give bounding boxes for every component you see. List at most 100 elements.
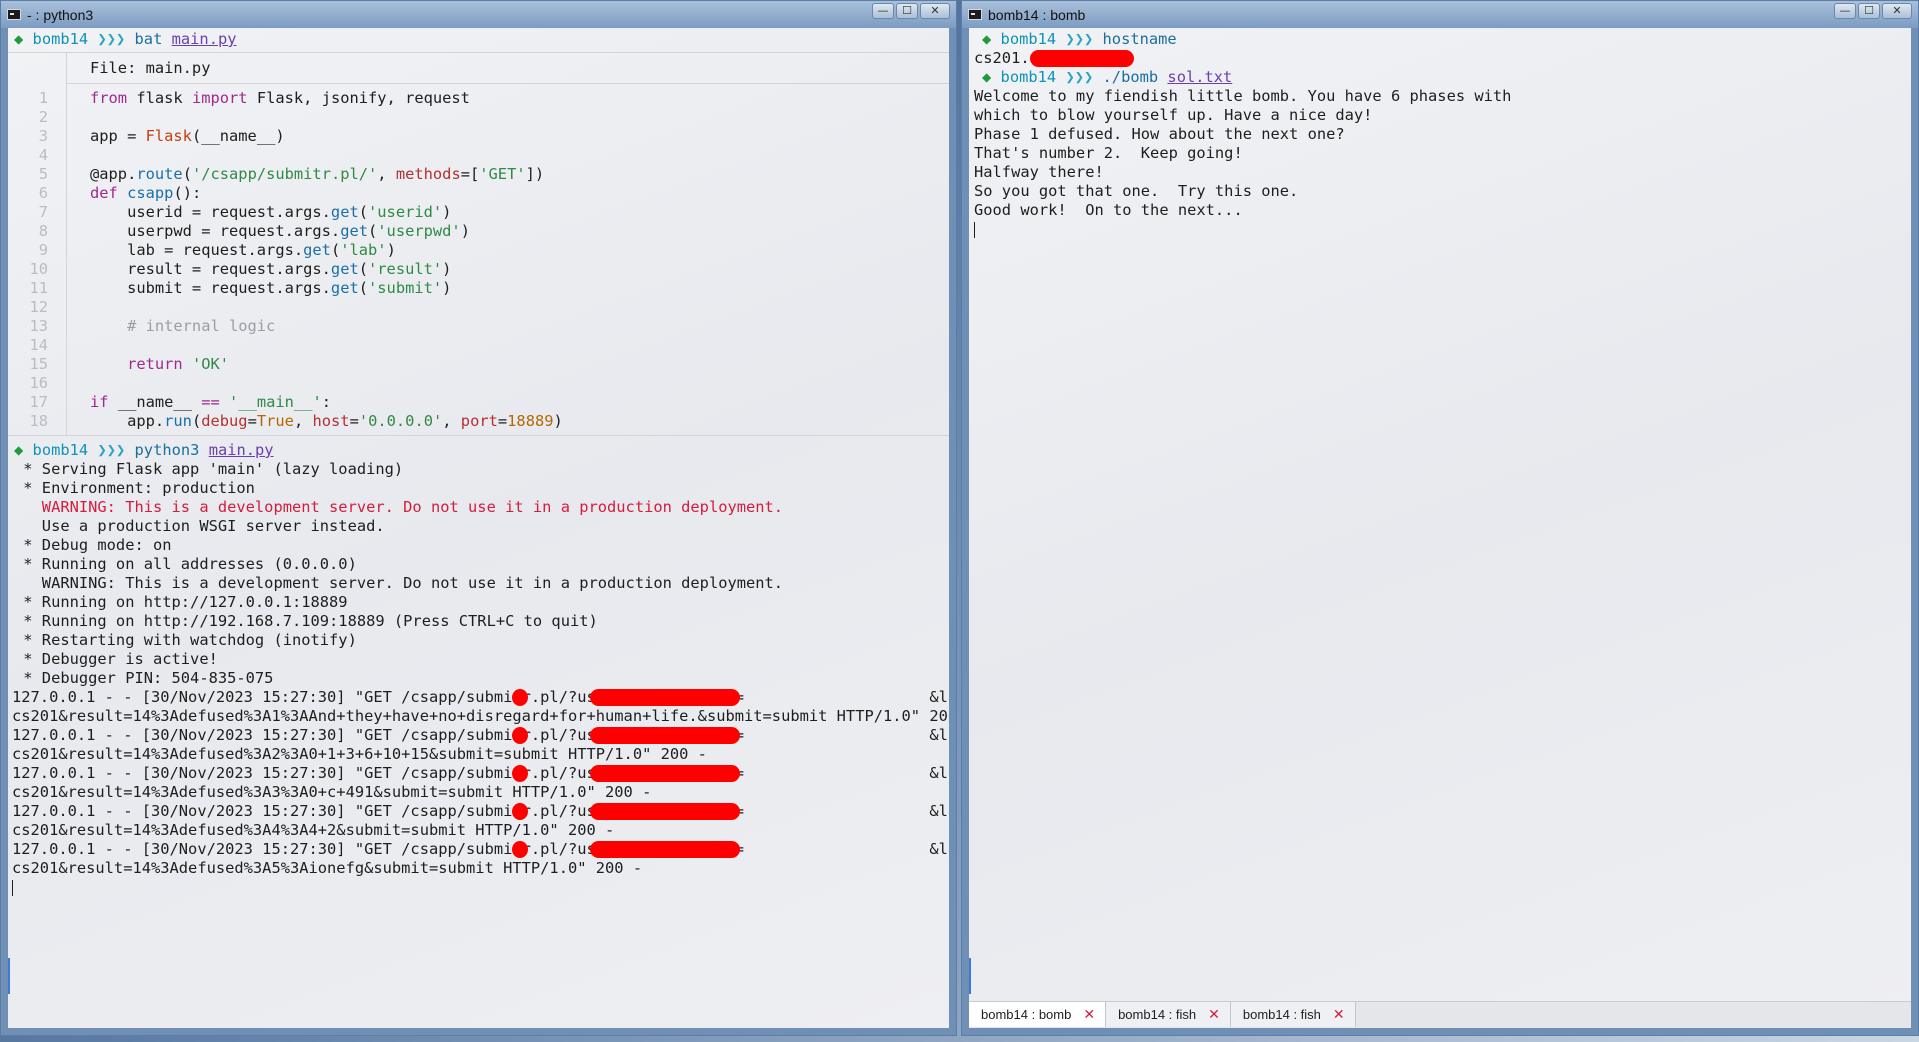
tab-label: bomb14 : bomb <box>981 1007 1072 1022</box>
command: ./bomb <box>1102 68 1159 86</box>
terminal-content[interactable]: ◆ bomb14 ❯❯❯ bat main.py File: main.py 1… <box>8 28 949 1028</box>
code-line: 1 from flask import Flask, jsonify, reque… <box>8 89 949 108</box>
line-number: 16 <box>29 374 48 392</box>
code-text: submit = request.args.get('submit') <box>90 279 452 297</box>
code-text: @app.route('/csapp/submitr.pl/', methods… <box>90 165 545 183</box>
log-line-continuation: cs201&result=14%3Adefused%3A3%3A0+c+491&… <box>12 783 652 801</box>
output-line: * Debugger PIN: 504-835-075 <box>14 669 274 687</box>
prompt-diamond-icon: ◆ <box>14 441 33 459</box>
line-number: 6 <box>38 184 48 202</box>
shell-prompt: ◆ bomb14 ❯❯❯ python3 main.py <box>8 441 949 460</box>
log-line: 127.0.0.1 - - [30/Nov/2023 15:27:30] "GE… <box>12 840 949 858</box>
bat-output: File: main.py <box>8 53 949 83</box>
code-text: lab = request.args.get('lab') <box>90 241 396 259</box>
title-bar[interactable]: bomb14 : bomb — ☐ ✕ <box>962 1 1918 28</box>
terminal-tab[interactable]: bomb14 : fish ✕ <box>1230 1002 1356 1027</box>
command: hostname <box>1102 30 1177 48</box>
window-title: - : python3 <box>27 6 94 23</box>
bomb-terminal-window[interactable]: bomb14 : bomb — ☐ ✕ ◆ bomb14 ❯❯❯ hostnam… <box>961 0 1919 1036</box>
terminal-tab[interactable]: bomb14 : fish ✕ <box>1106 1002 1231 1027</box>
code-line: 8 userpwd = request.args.get('userpwd') <box>8 222 949 241</box>
title-bar[interactable]: - : python3 — ☐ ✕ <box>1 1 956 28</box>
minimize-button[interactable]: — <box>1834 3 1856 19</box>
redaction-mark <box>590 727 740 744</box>
code-line: 10 result = request.args.get('result') <box>8 260 949 279</box>
prompt-host: bomb14 <box>1000 68 1057 86</box>
console-icon <box>7 9 21 20</box>
command: python3 <box>134 441 200 459</box>
scroll-marker <box>969 958 971 994</box>
log-line-continuation: cs201&result=14%3Adefused%3A4%3A4+2&subm… <box>12 821 615 839</box>
terminal-content[interactable]: ◆ bomb14 ❯❯❯ hostname cs201. ◆ bomb14 ❯❯… <box>969 28 1911 1028</box>
output-line: So you got that one. Try this one. <box>974 182 1299 200</box>
output-line: Good work! On to the next... <box>974 201 1243 219</box>
text-cursor <box>12 879 13 896</box>
code-text: userid = request.args.get('userid') <box>90 203 452 221</box>
scroll-marker <box>8 958 10 994</box>
redaction-mark <box>590 689 740 706</box>
line-number: 17 <box>29 393 48 411</box>
line-number: 4 <box>38 146 48 164</box>
tab-label: bomb14 : fish <box>1242 1007 1321 1022</box>
command-argument: sol.txt <box>1167 68 1233 86</box>
log-line: 127.0.0.1 - - [30/Nov/2023 15:27:30] "GE… <box>12 726 949 744</box>
minimize-button[interactable]: — <box>872 3 894 19</box>
tab-label: bomb14 : fish <box>1118 1007 1197 1022</box>
terminal-tab[interactable]: bomb14 : bomb ✕ <box>969 1002 1107 1027</box>
redaction-mark <box>512 841 528 858</box>
line-number: 11 <box>29 279 48 297</box>
code-text: def csapp(): <box>90 184 202 202</box>
code-line: 13 # internal logic <box>8 317 949 336</box>
code-text: return 'OK' <box>127 355 230 373</box>
text-cursor <box>974 221 975 238</box>
redaction-mark <box>590 765 740 782</box>
close-button[interactable]: ✕ <box>920 3 950 19</box>
command-argument: main.py <box>208 441 274 459</box>
line-number: 7 <box>38 203 48 221</box>
code-line: 18 app.run(debug=True, host='0.0.0.0', p… <box>8 412 949 431</box>
line-number: 15 <box>29 355 48 373</box>
log-line-continuation: cs201&result=14%3Adefused%3A1%3AAnd+they… <box>12 707 949 725</box>
output-line: * Running on http://127.0.0.1:18889 <box>14 593 348 611</box>
code-text: app = Flask(__name__) <box>90 127 285 145</box>
output-line: which to blow yourself up. Have a nice d… <box>974 106 1373 124</box>
code-listing: 1 from flask import Flask, jsonify, reque… <box>8 84 949 435</box>
code-text: if __name__ == '__main__': <box>90 393 331 411</box>
tab-close-icon[interactable]: ✕ <box>1333 1005 1345 1024</box>
line-number: 14 <box>29 336 48 354</box>
close-button[interactable]: ✕ <box>1882 3 1912 19</box>
code-line: 3 app = Flask(__name__) <box>8 127 949 146</box>
command: bat <box>134 30 163 48</box>
code-line: 14 <box>8 336 949 355</box>
redaction-mark <box>590 841 740 858</box>
output-line: That's number 2. Keep going! <box>974 144 1243 162</box>
command-argument: main.py <box>171 30 237 48</box>
redaction-mark <box>512 803 528 820</box>
line-number: 9 <box>38 241 48 259</box>
line-number: 3 <box>38 127 48 145</box>
prompt-arrows: ❯❯❯ <box>97 441 126 459</box>
code-text: # internal logic <box>90 317 276 335</box>
tab-close-icon[interactable]: ✕ <box>1208 1005 1220 1024</box>
line-number: 5 <box>38 165 48 183</box>
line-number: 1 <box>38 89 48 107</box>
log-line-continuation: cs201&result=14%3Adefused%3A2%3A0+1+3+6+… <box>12 745 707 763</box>
redaction-mark <box>512 765 528 782</box>
code-line: 9 lab = request.args.get('lab') <box>8 241 949 260</box>
tab-close-icon[interactable]: ✕ <box>1083 1005 1095 1024</box>
output-line: Phase 1 defused. How about the next one? <box>974 125 1345 143</box>
code-text: app.run(debug=True, host='0.0.0.0', port… <box>90 412 563 430</box>
output-line: Halfway there! <box>974 163 1104 181</box>
prompt-host: bomb14 <box>32 30 89 48</box>
maximize-button[interactable]: ☐ <box>1858 3 1880 19</box>
line-number: 13 <box>29 317 48 335</box>
log-line: 127.0.0.1 - - [30/Nov/2023 15:27:30] "GE… <box>12 688 949 706</box>
maximize-button[interactable]: ☐ <box>896 3 918 19</box>
output-line: * Running on http://192.168.7.109:18889 … <box>14 612 598 630</box>
shell-prompt: ◆ bomb14 ❯❯❯ hostname <box>974 30 1911 49</box>
line-number: 12 <box>29 298 48 316</box>
line-number: 2 <box>38 108 48 126</box>
code-line: 4 <box>8 146 949 165</box>
log-line: 127.0.0.1 - - [30/Nov/2023 15:27:30] "GE… <box>12 764 949 782</box>
python3-terminal-window[interactable]: - : python3 — ☐ ✕ ◆ bomb14 ❯❯❯ bat main.… <box>0 0 957 1036</box>
